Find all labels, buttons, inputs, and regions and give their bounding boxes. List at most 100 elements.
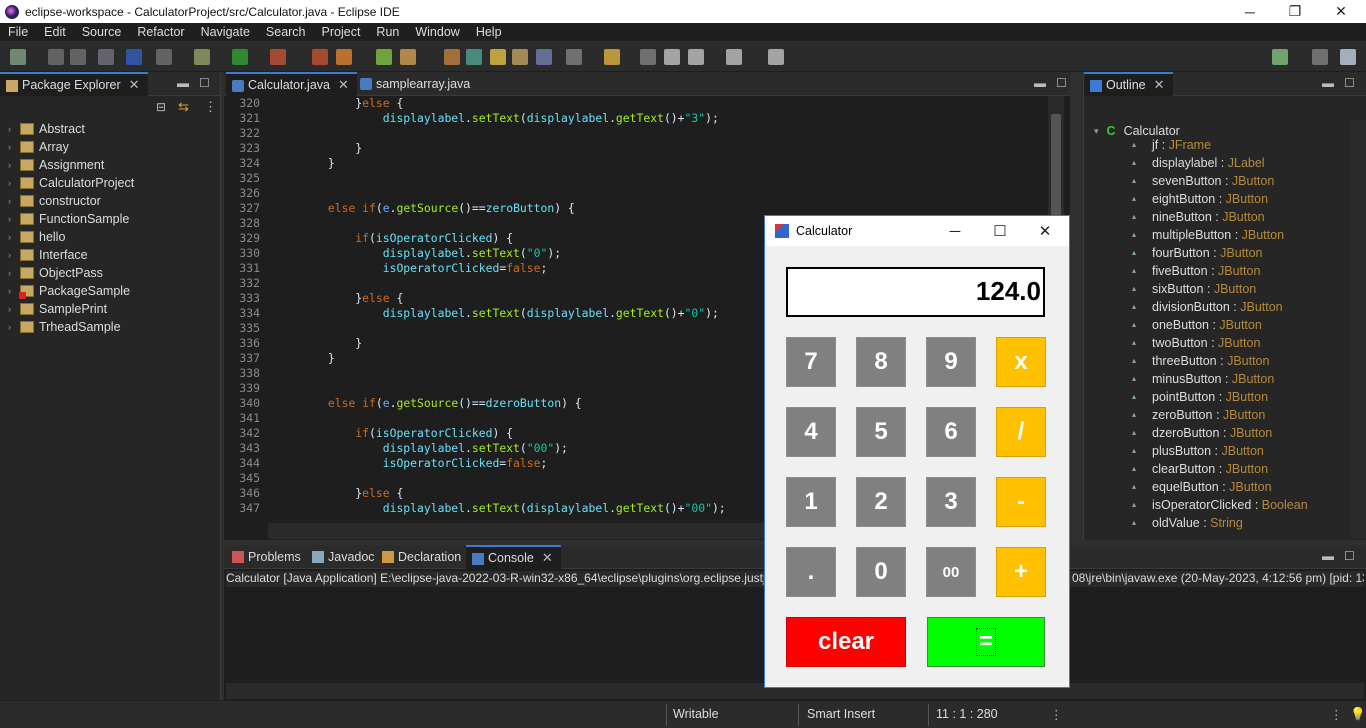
toolbar-icon[interactable]	[10, 49, 26, 65]
link-with-editor-icon[interactable]: ⇆	[178, 99, 189, 115]
toolbar-icon[interactable]	[98, 49, 114, 65]
toolbar-icon[interactable]	[466, 49, 482, 65]
outline-member[interactable]: ▴ eightButton : JButton	[1084, 190, 1346, 208]
collapse-all-icon[interactable]: ⊟	[156, 100, 166, 114]
project-item[interactable]: › SamplePrint	[0, 300, 221, 318]
toolbar-icon[interactable]	[1272, 49, 1288, 65]
chevron-right-icon[interactable]: ›	[8, 160, 18, 170]
toolbar-icon[interactable]	[194, 49, 210, 65]
project-item[interactable]: › constructor	[0, 192, 221, 210]
menu-item-edit[interactable]: Edit	[36, 25, 74, 39]
outline-scrollbar[interactable]	[1350, 120, 1366, 538]
calc-key-button[interactable]: -	[996, 477, 1046, 527]
tab-declaration[interactable]: Declaration	[376, 545, 469, 569]
chevron-right-icon[interactable]: ›	[8, 268, 18, 278]
project-item[interactable]: › Abstract	[0, 120, 221, 138]
chevron-right-icon[interactable]: ›	[8, 322, 18, 332]
outline-member[interactable]: ▴ pointButton : JButton	[1084, 388, 1346, 406]
toolbar-icon[interactable]	[70, 49, 86, 65]
tab-outline[interactable]: Outline ✕	[1084, 72, 1173, 96]
toolbar-icon[interactable]	[312, 49, 328, 65]
toolbar-icon[interactable]	[270, 49, 286, 65]
calc-key-button[interactable]: 00	[926, 547, 976, 597]
outline-member[interactable]: ▴ dzeroButton : JButton	[1084, 424, 1346, 442]
toolbar-icon[interactable]	[376, 49, 392, 65]
toolbar-icon[interactable]	[490, 49, 506, 65]
view-menu-icon[interactable]: ⋮	[204, 99, 217, 115]
maximize-icon[interactable]: ☐	[1344, 549, 1355, 563]
menu-item-refactor[interactable]: Refactor	[129, 25, 192, 39]
tip-bulb-icon[interactable]: 💡	[1350, 707, 1366, 722]
outline-member[interactable]: ▴ twoButton : JButton	[1084, 334, 1346, 352]
tab-console[interactable]: Console ✕	[466, 545, 561, 569]
toolbar-icon[interactable]	[444, 49, 460, 65]
calc-key-button[interactable]: 5	[856, 407, 906, 457]
close-icon[interactable]: ✕	[129, 77, 140, 93]
minimize-icon[interactable]: ▬	[1322, 549, 1334, 563]
calc-key-button[interactable]: x	[996, 337, 1046, 387]
toolbar-icon[interactable]	[400, 49, 416, 65]
clear-button[interactable]: clear	[786, 617, 906, 667]
calc-key-button[interactable]: 1	[786, 477, 836, 527]
outline-member[interactable]: ▴ minusButton : JButton	[1084, 370, 1346, 388]
close-icon[interactable]: ✕	[542, 550, 553, 566]
project-item[interactable]: › hello	[0, 228, 221, 246]
calc-close-button[interactable]: ✕	[1023, 216, 1067, 246]
minimize-icon[interactable]: ▬	[1034, 76, 1046, 90]
toolbar-icon[interactable]	[156, 49, 172, 65]
chevron-right-icon[interactable]: ›	[8, 196, 18, 206]
toolbar-icon[interactable]	[688, 49, 704, 65]
calc-key-button[interactable]: 0	[856, 547, 906, 597]
chevron-right-icon[interactable]: ›	[8, 124, 18, 134]
project-item[interactable]: › CalculatorProject	[0, 174, 221, 192]
toolbar-icon[interactable]	[768, 49, 784, 65]
tab-samplearray-java[interactable]: samplearray.java	[354, 72, 478, 96]
menu-item-run[interactable]: Run	[368, 25, 407, 39]
outline-member[interactable]: ▴ oldValue : String	[1084, 514, 1346, 532]
outline-member[interactable]: ▴ displaylabel : JLabel	[1084, 154, 1346, 172]
chevron-right-icon[interactable]: ›	[8, 232, 18, 242]
tab-calculator-java[interactable]: Calculator.java ✕	[226, 72, 357, 96]
calc-key-button[interactable]: /	[996, 407, 1046, 457]
toolbar-icon[interactable]	[726, 49, 742, 65]
menu-item-search[interactable]: Search	[258, 25, 314, 39]
maximize-icon[interactable]: ☐	[1344, 76, 1355, 90]
project-item[interactable]: › PackageSample	[0, 282, 221, 300]
outline-member[interactable]: ▴ multipleButton : JButton	[1084, 226, 1346, 244]
toolbar-icon[interactable]	[566, 49, 582, 65]
outline-member[interactable]: ▴ isOperatorClicked : Boolean	[1084, 496, 1346, 514]
toolbar-icon[interactable]	[664, 49, 680, 65]
project-item[interactable]: › Array	[0, 138, 221, 156]
project-item[interactable]: › FunctionSample	[0, 210, 221, 228]
toolbar-icon[interactable]	[1340, 49, 1356, 65]
menu-item-help[interactable]: Help	[468, 25, 510, 39]
calc-key-button[interactable]: 7	[786, 337, 836, 387]
tab-package-explorer[interactable]: Package Explorer ✕	[0, 72, 148, 96]
chevron-right-icon[interactable]: ›	[8, 250, 18, 260]
menu-item-file[interactable]: File	[0, 25, 36, 39]
menu-item-window[interactable]: Window	[407, 25, 467, 39]
outline-member[interactable]: ▴ jf : JFrame	[1084, 136, 1346, 154]
chevron-right-icon[interactable]: ›	[8, 304, 18, 314]
toolbar-icon[interactable]	[512, 49, 528, 65]
calc-key-button[interactable]: +	[996, 547, 1046, 597]
maximize-icon[interactable]: ☐	[1056, 76, 1067, 90]
calc-key-button[interactable]: .	[786, 547, 836, 597]
outline-member[interactable]: ▴ fiveButton : JButton	[1084, 262, 1346, 280]
project-item[interactable]: › TrheadSample	[0, 318, 221, 336]
project-item[interactable]: › Interface	[0, 246, 221, 264]
outline-member[interactable]: ▴ clearButton : JButton	[1084, 460, 1346, 478]
status-menu-icon[interactable]: ⋮	[1050, 707, 1063, 722]
calc-minimize-button[interactable]: ─	[933, 216, 977, 246]
calc-key-button[interactable]: 4	[786, 407, 836, 457]
project-item[interactable]: › ObjectPass	[0, 264, 221, 282]
menu-item-source[interactable]: Source	[74, 25, 130, 39]
toolbar-icon[interactable]	[336, 49, 352, 65]
close-icon[interactable]: ✕	[1154, 77, 1165, 93]
chevron-right-icon[interactable]: ›	[8, 178, 18, 188]
close-icon[interactable]: ✕	[338, 77, 349, 93]
toolbar-icon[interactable]	[1312, 49, 1328, 65]
menu-item-project[interactable]: Project	[314, 25, 369, 39]
menu-item-navigate[interactable]: Navigate	[193, 25, 258, 39]
chevron-right-icon[interactable]: ›	[8, 142, 18, 152]
